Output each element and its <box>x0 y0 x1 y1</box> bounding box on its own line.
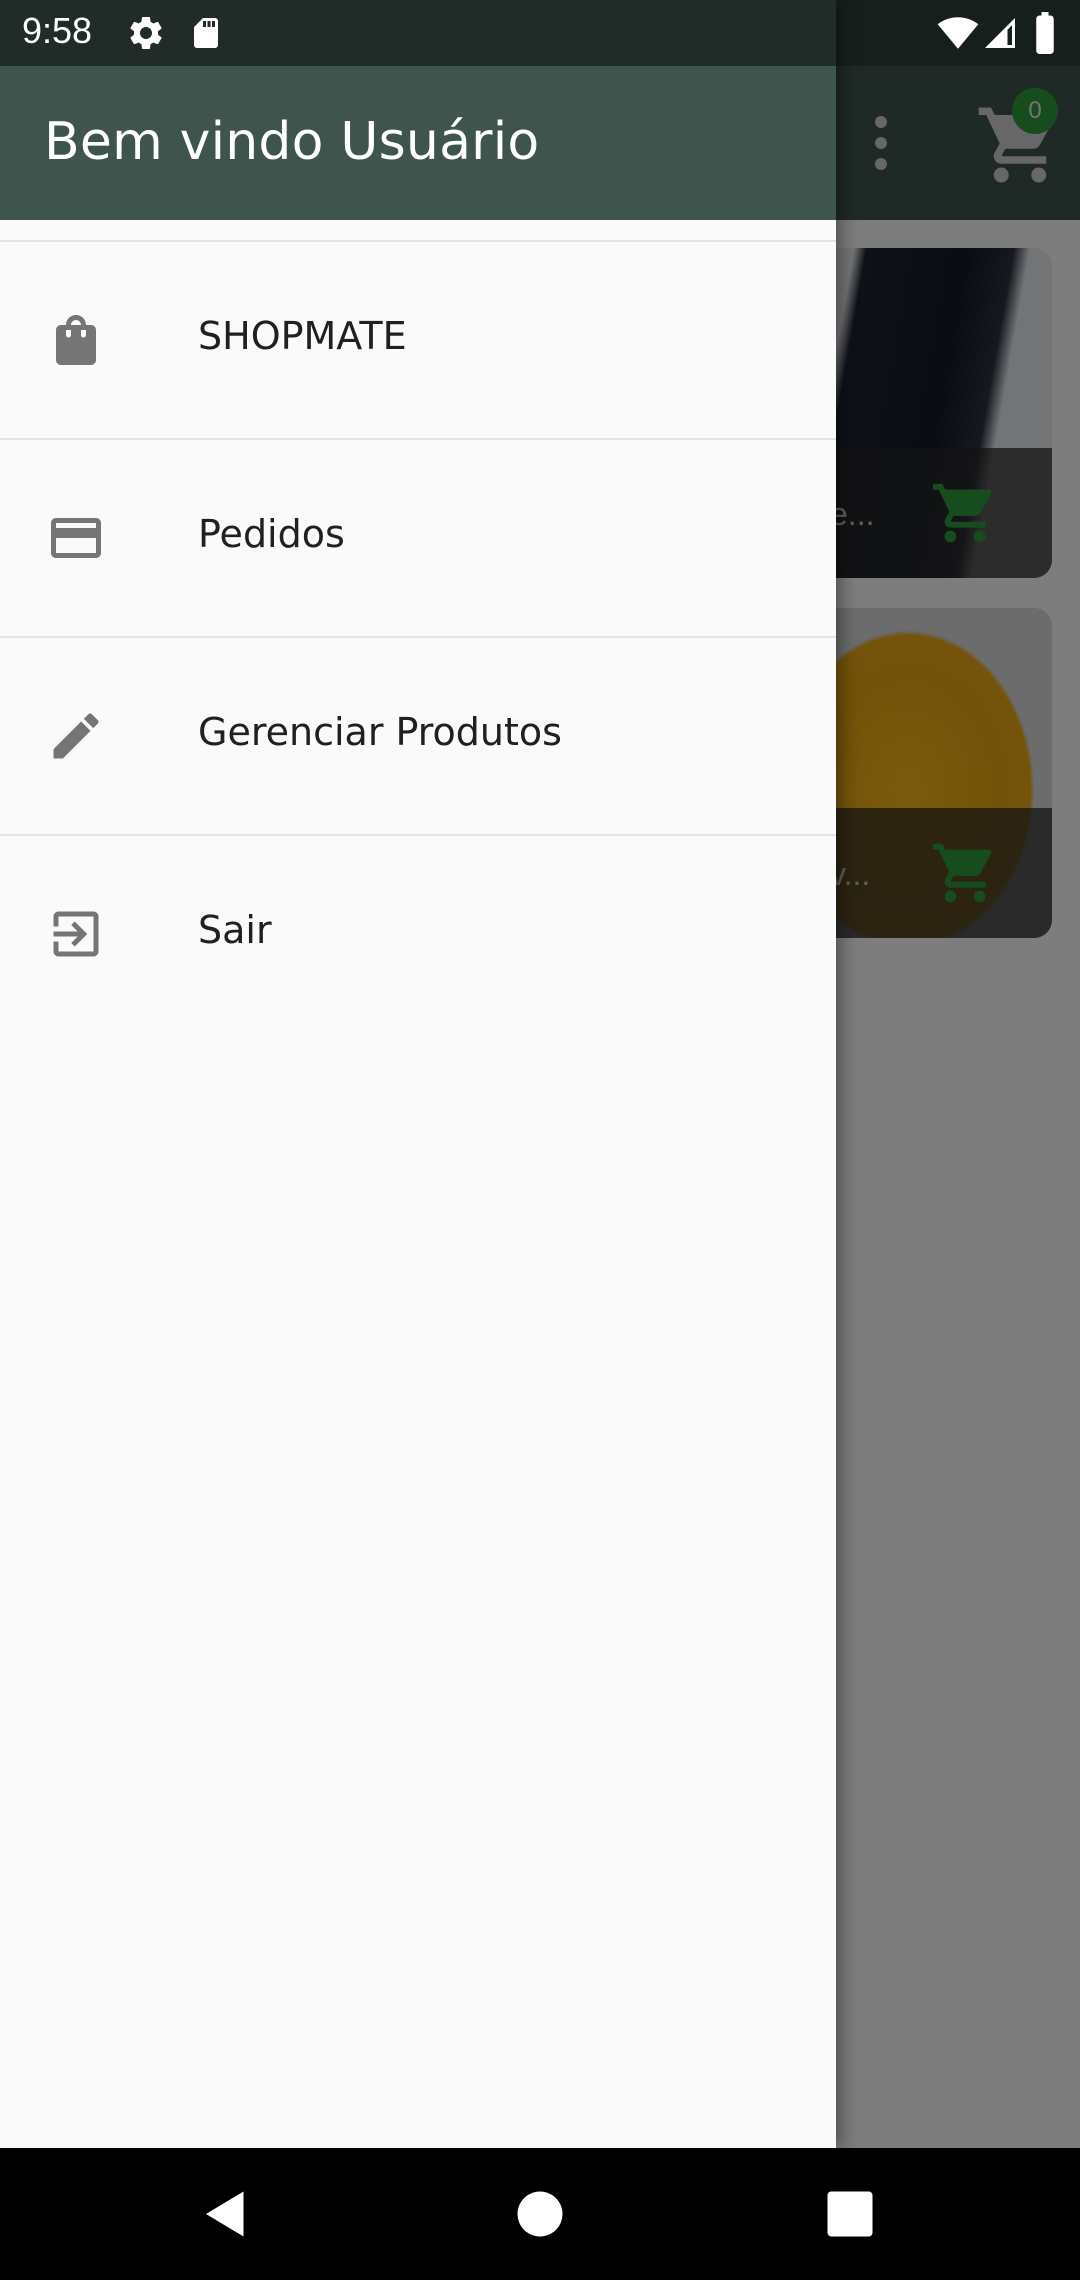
pencil-icon <box>53 713 99 759</box>
drawer-title: Bem vindo Usuário <box>44 112 540 172</box>
menu-item-gerenciar-produtos[interactable]: Gerenciar Produtos <box>0 638 836 836</box>
battery-icon <box>1036 12 1054 54</box>
sd-card-icon <box>194 18 218 48</box>
menu-item-shopmate[interactable]: SHOPMATE <box>0 242 836 440</box>
system-navigation-bar <box>0 2148 1080 2280</box>
shopping-bag-icon <box>56 315 96 365</box>
menu-item-label: Gerenciar Produtos <box>198 710 562 754</box>
wifi-icon <box>937 17 979 49</box>
home-icon[interactable] <box>510 2184 570 2244</box>
menu-item-pedidos[interactable]: Pedidos <box>0 440 836 638</box>
menu-item-label: SHOPMATE <box>198 314 407 358</box>
recents-icon[interactable] <box>820 2184 880 2244</box>
navigation-drawer: Bem vindo Usuário SHOPMATE Pedidos Geren… <box>0 0 836 2148</box>
back-icon[interactable] <box>196 2184 256 2244</box>
menu-item-sair[interactable]: Sair <box>0 836 836 1034</box>
menu-item-label: Sair <box>198 908 272 952</box>
exit-icon <box>53 911 99 957</box>
status-time: 9:58 <box>22 10 93 51</box>
gear-icon <box>130 16 162 49</box>
menu-item-label: Pedidos <box>198 512 345 556</box>
drawer-menu: SHOPMATE Pedidos Gerenciar Produtos Sair <box>0 240 836 1034</box>
credit-card-icon <box>51 518 101 558</box>
signal-icon <box>985 18 1015 48</box>
status-bar: 9:58 <box>0 0 1080 66</box>
